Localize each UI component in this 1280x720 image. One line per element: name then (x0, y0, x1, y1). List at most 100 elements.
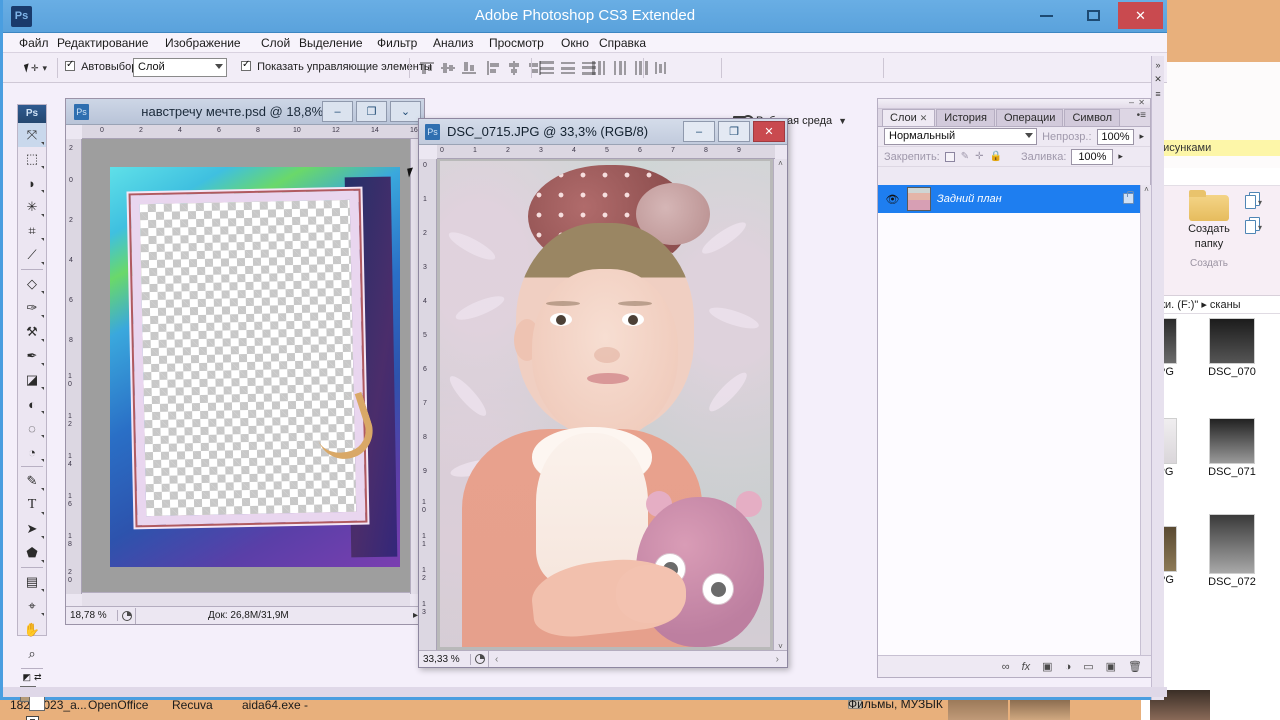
close-icon[interactable]: ✕ (1152, 74, 1164, 85)
distribute-left-edges-icon[interactable] (591, 60, 607, 76)
eyedropper-tool[interactable]: ⌖ (18, 594, 46, 618)
lock-all-icon[interactable]: 🔒 (990, 151, 1002, 162)
align-vertical-centers-icon[interactable] (440, 60, 456, 76)
delete-layer-icon[interactable]: 🗑 (1128, 660, 1142, 673)
opacity-stepper[interactable]: ▸ (1139, 131, 1144, 142)
tab-layers[interactable]: Слои ✕ (882, 109, 936, 126)
panel-menu-icon[interactable]: •≡ (1137, 110, 1146, 121)
new-folder-button[interactable]: Создать папку (1177, 190, 1241, 251)
lock-icons[interactable]: ✎ ✛ 🔒 (944, 151, 1002, 162)
menu-item-edit[interactable]: Редактирование (55, 36, 150, 50)
dodge-tool[interactable]: ◔ (18, 440, 46, 464)
autoselect-checkbox[interactable] (65, 59, 75, 71)
list-item[interactable]: DSC_070 (1201, 318, 1263, 378)
adjustment-layer-icon[interactable]: ◑ (1065, 661, 1072, 673)
document1-horizontal-ruler[interactable]: 0 2 4 6 8 10 12 14 16 (82, 125, 426, 139)
shape-tool[interactable]: ⬟ (18, 541, 46, 565)
distribute-vertical-centers-icon[interactable] (560, 60, 576, 76)
slice-tool[interactable]: ⟋ (18, 243, 46, 267)
gradient-tool[interactable]: ◐ (18, 392, 46, 416)
blend-mode-row[interactable]: Нормальный Непрозр.: 100% ▸ (878, 127, 1150, 147)
document1-close-button[interactable]: ⌄ (390, 101, 421, 122)
copy-icon[interactable]: ▾ (1245, 192, 1262, 210)
menu-item-select[interactable]: Выделение (297, 36, 365, 50)
fill-value[interactable]: 100% (1071, 148, 1114, 165)
background-color-swatch[interactable] (29, 695, 45, 711)
type-tool[interactable]: T (18, 493, 46, 517)
document1-canvas[interactable] (82, 139, 426, 594)
pen-tool[interactable]: ✎ (18, 469, 46, 493)
expand-panels-icon[interactable]: » (1152, 60, 1164, 70)
eraser-tool[interactable]: ◪ (18, 368, 46, 392)
show-controls-option[interactable]: Показать управляющие элементы (241, 59, 432, 73)
add-layer-mask-icon[interactable]: ▣ (1042, 660, 1052, 673)
menu-bar[interactable]: Файл Редактирование Изображение Слой Выд… (3, 33, 1167, 53)
document2-canvas[interactable] (437, 159, 775, 651)
distribute-right-edges-icon[interactable] (633, 60, 649, 76)
photoshop-main-window[interactable]: Ps Adobe Photoshop CS3 Extended ✕ Файл Р… (0, 0, 1167, 720)
align-horizontal-centers-icon[interactable] (506, 60, 522, 76)
menu-item-filter[interactable]: Фильтр (375, 36, 419, 50)
align-bottom-edges-icon[interactable] (461, 60, 477, 76)
paste-icon[interactable]: ▾ (1245, 217, 1262, 235)
document2-title-bar[interactable]: Ps DSC_0715.JPG @ 33,3% (RGB/8) – ❐ ✕ (419, 119, 787, 145)
status-scroll-left[interactable]: ‹ (495, 654, 498, 665)
document2-status-bar[interactable]: 33,33 % ‹ › (419, 650, 787, 667)
document-window-jpg[interactable]: Ps DSC_0715.JPG @ 33,3% (RGB/8) – ❐ ✕ 0 … (418, 118, 788, 668)
lock-row[interactable]: Закрепить: ✎ ✛ 🔒 Заливка: 100% ▸ (878, 147, 1150, 167)
list-item[interactable]: DSC_071 (1201, 418, 1263, 478)
document1-zoom-level[interactable]: 18,78 % (66, 610, 118, 621)
list-item[interactable]: DSC_072 (1201, 514, 1263, 588)
document1-maximize-button[interactable]: ❐ (356, 101, 387, 122)
document2-window-controls[interactable]: – ❐ ✕ (683, 121, 785, 142)
layers-panel[interactable]: Слои✕ История Операции Символ •≡ Нормаль… (877, 97, 1152, 678)
rectangular-marquee-tool[interactable]: ⬚ (18, 147, 46, 171)
layer-list[interactable]: 👁 Задний план ˄ (878, 185, 1152, 657)
layer-name[interactable]: Задний план (937, 193, 1002, 205)
copy-paste-icons[interactable]: ▾ ▾ (1245, 192, 1262, 242)
document2-minimize-button[interactable]: – (683, 121, 715, 142)
quick-mask-row[interactable] (18, 716, 46, 720)
lock-image-pixels-icon[interactable]: ✎ (961, 151, 969, 162)
blend-mode-select[interactable]: Нормальный (884, 128, 1038, 145)
collapsed-panel-dock[interactable]: » ✕ ≡ (1151, 56, 1164, 700)
standard-mode-icon[interactable] (25, 716, 39, 720)
show-controls-checkbox[interactable] (241, 59, 251, 71)
menu-item-analysis[interactable]: Анализ (431, 36, 476, 50)
document1-vertical-ruler[interactable]: 2 0 2 4 6 8 1 0 1 2 1 4 1 6 1 8 2 0 (66, 139, 82, 594)
taskbar-item-aida64[interactable]: aida64.exe - (242, 698, 308, 712)
opacity-value[interactable]: 100% (1096, 128, 1135, 145)
document2-vertical-scrollbar[interactable]: ˄ ˅ (773, 159, 787, 651)
menu-item-window[interactable]: Окно (559, 36, 591, 50)
toolbox[interactable]: Ps ⤧ ⬚ ◗ ✳ ⌗ ⟋ ◇ ✑ ⚒ ✒ ◪ ◐ ◌ ◔ ✎ T ➤ ⬟ ▤… (17, 104, 47, 720)
crop-tool[interactable]: ⌗ (18, 219, 46, 243)
align-top-edges-icon[interactable] (419, 60, 435, 76)
menu-item-help[interactable]: Справка (597, 36, 648, 50)
brush-tool[interactable]: ✑ (18, 296, 46, 320)
eye-icon[interactable]: 👁 (884, 190, 901, 208)
layer-style-fx-icon[interactable]: fx (1022, 661, 1031, 673)
new-group-icon[interactable]: ▭ (1083, 660, 1093, 673)
menu-item-view[interactable]: Просмотр (487, 36, 546, 50)
default-colors-icon[interactable]: ◩ (22, 672, 31, 683)
document1-status-bar[interactable]: 18,78 % Док: 26,8M/31,9M ▸ (66, 606, 424, 624)
menu-item-file[interactable]: Файл (17, 36, 51, 50)
proxy-preview-icon[interactable] (118, 607, 136, 624)
document-window-psd[interactable]: Ps навстречу мечте.psd @ 18,8% (Об – ❐ ⌄… (65, 98, 426, 625)
proxy-preview-icon[interactable] (471, 651, 489, 667)
autoselect-option[interactable]: Автовыбор: (65, 59, 140, 73)
history-brush-tool[interactable]: ✒ (18, 344, 46, 368)
lock-transparency-icon[interactable] (944, 151, 955, 162)
magic-wand-tool[interactable]: ✳ (18, 195, 46, 219)
healing-brush-tool[interactable]: ◇ (18, 272, 46, 296)
layers-panel-footer[interactable]: ∞ fx ▣ ◑ ▭ ▣ 🗑 (878, 655, 1152, 677)
new-layer-icon[interactable]: ▣ (1106, 660, 1116, 673)
menu-item-image[interactable]: Изображение (163, 36, 243, 50)
document2-vertical-ruler[interactable]: 0 1 2 3 4 5 6 7 8 9 1 0 1 1 1 2 1 3 (419, 159, 437, 651)
lock-position-icon[interactable]: ✛ (975, 151, 983, 162)
maximize-button[interactable] (1071, 2, 1116, 29)
hand-tool[interactable]: ✋ (18, 618, 46, 642)
link-layers-icon[interactable]: ∞ (1002, 661, 1010, 673)
tab-history[interactable]: История (936, 109, 995, 126)
panel-menu-icon[interactable]: ≡ (1152, 89, 1164, 99)
